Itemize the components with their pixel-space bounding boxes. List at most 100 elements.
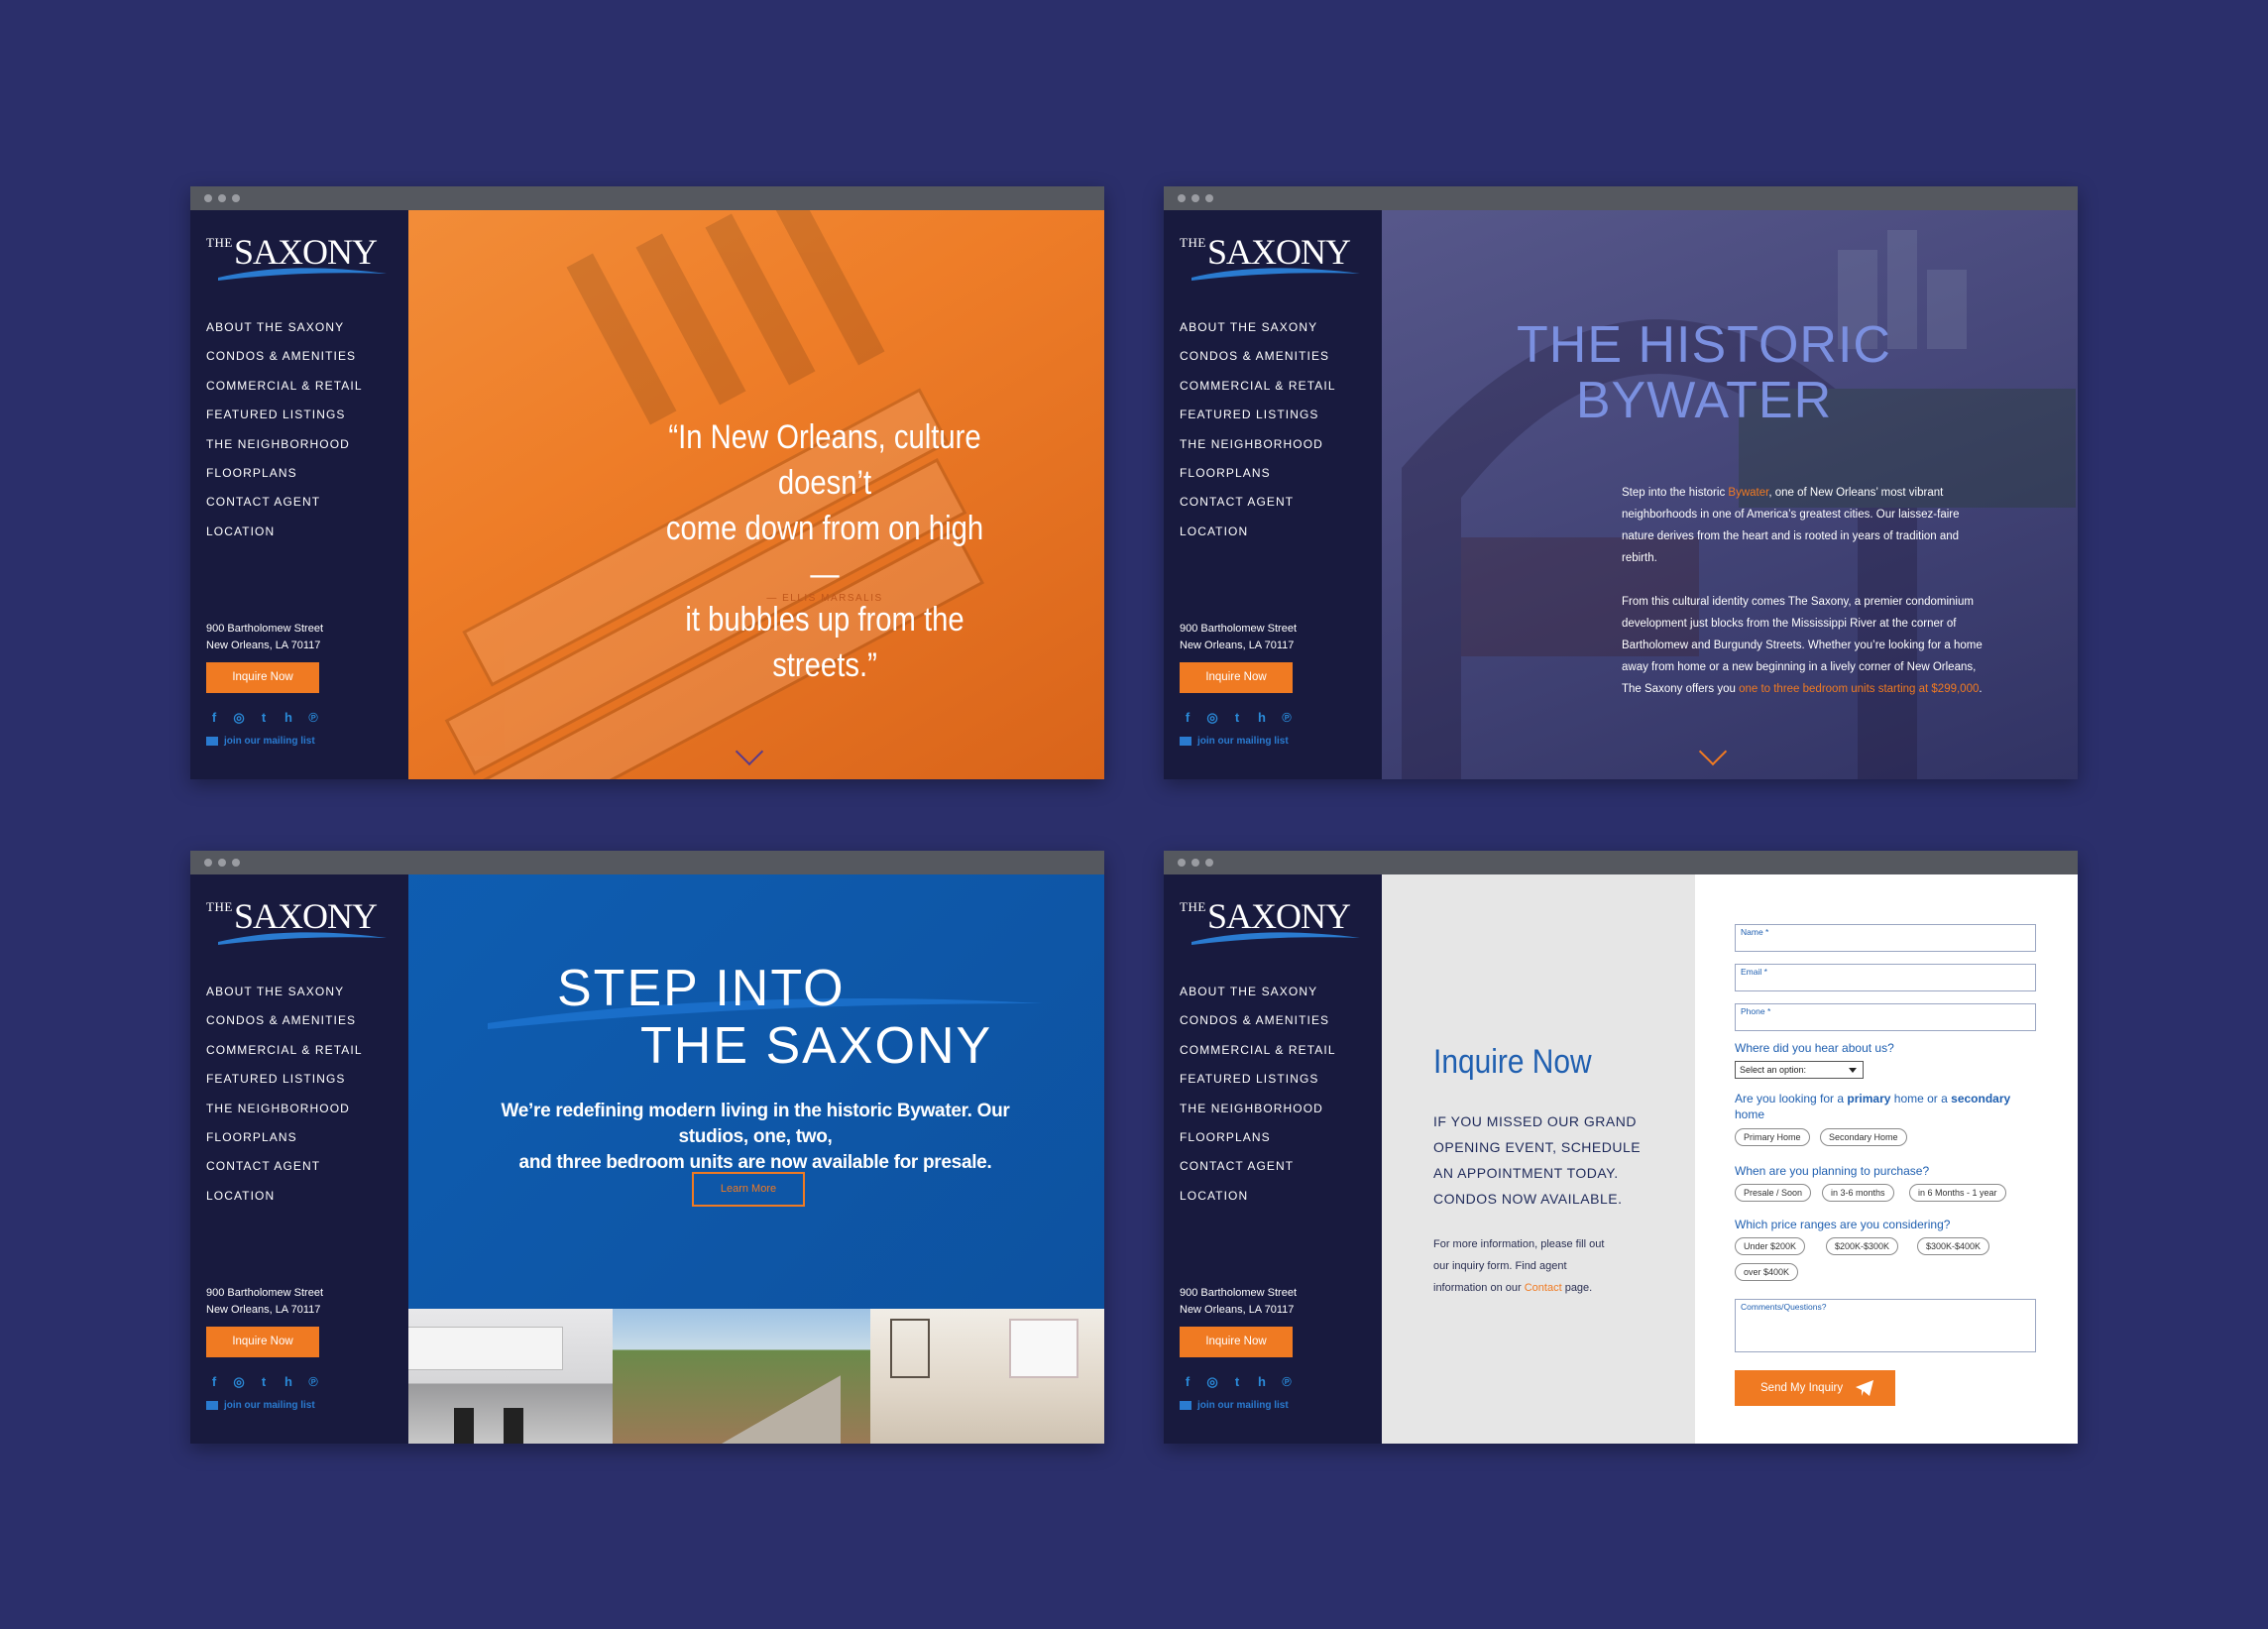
nav-item-commercial[interactable]: COMMERCIAL & RETAIL [206,378,363,407]
window-dot[interactable] [1205,859,1213,867]
learn-more-button[interactable]: Learn More [692,1172,805,1207]
pinterest-icon[interactable]: ℗ [1279,710,1295,726]
comments-label: Comments/Questions? [1741,1302,1827,1312]
nav-item-neighborhood[interactable]: THE NEIGHBORHOOD [1180,1101,1336,1129]
nav-item-condos[interactable]: CONDOS & AMENITIES [1180,1012,1336,1041]
option-3-6-months[interactable]: in 3-6 months [1822,1184,1894,1202]
instagram-icon[interactable]: ◎ [231,1374,247,1390]
saxony-logo[interactable]: THE SAXONY [206,232,387,288]
nav-item-contact[interactable]: CONTACT AGENT [206,494,363,523]
instagram-icon[interactable]: ◎ [231,710,247,726]
window-dot[interactable] [218,194,226,202]
inquire-now-button[interactable]: Inquire Now [1180,1327,1293,1357]
pinterest-icon[interactable]: ℗ [1279,1374,1295,1390]
hear-select[interactable]: Select an option: [1735,1061,1864,1079]
option-over-400k[interactable]: over $400K [1735,1263,1799,1281]
nav-item-commercial[interactable]: COMMERCIAL & RETAIL [206,1042,363,1071]
window-dot[interactable] [1205,194,1213,202]
nav-item-floorplans[interactable]: FLOORPLANS [206,465,363,494]
houzz-icon[interactable]: h [281,710,296,726]
nav-item-about[interactable]: ABOUT THE SAXONY [206,319,363,348]
twitter-icon[interactable]: t [1229,1374,1245,1390]
nav-item-neighborhood[interactable]: THE NEIGHBORHOOD [1180,436,1336,465]
nav-item-condos[interactable]: CONDOS & AMENITIES [206,348,363,377]
nav-item-floorplans[interactable]: FLOORPLANS [1180,1129,1336,1158]
nav-item-commercial[interactable]: COMMERCIAL & RETAIL [1180,1042,1336,1071]
instagram-icon[interactable]: ◎ [1204,1374,1220,1390]
inquire-now-button[interactable]: Inquire Now [206,662,319,693]
houzz-icon[interactable]: h [1254,1374,1270,1390]
option-presale[interactable]: Presale / Soon [1735,1184,1812,1202]
nav-item-floorplans[interactable]: FLOORPLANS [1180,465,1336,494]
nav-item-commercial[interactable]: COMMERCIAL & RETAIL [1180,378,1336,407]
window-dot[interactable] [232,859,240,867]
nav-item-condos[interactable]: CONDOS & AMENITIES [1180,348,1336,377]
twitter-icon[interactable]: t [256,1374,272,1390]
inquire-now-button[interactable]: Inquire Now [206,1327,319,1357]
nav-item-neighborhood[interactable]: THE NEIGHBORHOOD [206,436,363,465]
twitter-icon[interactable]: t [1229,710,1245,726]
saxony-logo[interactable]: THE SAXONY [1180,896,1360,952]
inquire-now-button[interactable]: Inquire Now [1180,662,1293,693]
sidebar-nav: ABOUT THE SAXONY CONDOS & AMENITIES COMM… [206,319,363,552]
nav-item-contact[interactable]: CONTACT AGENT [1180,1158,1336,1187]
facebook-icon[interactable]: f [206,710,222,726]
nav-item-about[interactable]: ABOUT THE SAXONY [1180,984,1336,1012]
option-300k-400k[interactable]: $300K-$400K [1917,1237,1990,1255]
twitter-icon[interactable]: t [256,710,272,726]
kitchen-photo [375,1309,613,1444]
option-200k-300k[interactable]: $200K-$300K [1826,1237,1899,1255]
nav-item-location[interactable]: LOCATION [1180,524,1336,552]
window-dot[interactable] [204,859,212,867]
nav-item-contact[interactable]: CONTACT AGENT [206,1158,363,1187]
nav-item-contact[interactable]: CONTACT AGENT [1180,494,1336,523]
nav-item-condos[interactable]: CONDOS & AMENITIES [206,1012,363,1041]
nav-item-floorplans[interactable]: FLOORPLANS [206,1129,363,1158]
email-field[interactable]: Email * [1735,964,2036,991]
nav-item-about[interactable]: ABOUT THE SAXONY [1180,319,1336,348]
pinterest-icon[interactable]: ℗ [305,710,321,726]
saxony-logo[interactable]: THE SAXONY [1180,232,1360,288]
window-dot[interactable] [232,194,240,202]
name-field[interactable]: Name * [1735,924,2036,952]
window-dot[interactable] [1191,859,1199,867]
saxony-logo[interactable]: THE SAXONY [206,896,387,952]
nav-item-listings[interactable]: FEATURED LISTINGS [1180,1071,1336,1100]
houzz-icon[interactable]: h [281,1374,296,1390]
mailing-list-link[interactable]: join our mailing list [1180,1400,1289,1411]
option-secondary-home[interactable]: Secondary Home [1820,1128,1907,1146]
nav-item-neighborhood[interactable]: THE NEIGHBORHOOD [206,1101,363,1129]
nav-item-location[interactable]: LOCATION [1180,1188,1336,1217]
send-inquiry-button[interactable]: Send My Inquiry [1735,1370,1895,1406]
window-dot[interactable] [1178,194,1186,202]
bywater-link[interactable]: Bywater [1728,487,1768,499]
option-under-200k[interactable]: Under $200K [1735,1237,1806,1255]
facebook-icon[interactable]: f [1180,1374,1195,1390]
mailing-list-link[interactable]: join our mailing list [206,736,315,747]
phone-field[interactable]: Phone * [1735,1003,2036,1031]
window-dot[interactable] [1191,194,1199,202]
mailing-list-link[interactable]: join our mailing list [1180,736,1289,747]
window-dot[interactable] [218,859,226,867]
nav-item-listings[interactable]: FEATURED LISTINGS [206,1071,363,1100]
houzz-icon[interactable]: h [1254,710,1270,726]
nav-item-listings[interactable]: FEATURED LISTINGS [206,407,363,435]
instagram-icon[interactable]: ◎ [1204,710,1220,726]
nav-item-location[interactable]: LOCATION [206,524,363,552]
window-dot[interactable] [1178,859,1186,867]
nav-item-listings[interactable]: FEATURED LISTINGS [1180,407,1336,435]
units-link[interactable]: one to three bedroom units starting at $… [1739,683,1979,695]
pinterest-icon[interactable]: ℗ [305,1374,321,1390]
option-6-months-1-year[interactable]: in 6 Months - 1 year [1909,1184,2006,1202]
contact-link[interactable]: Contact [1525,1282,1562,1294]
option-primary-home[interactable]: Primary Home [1735,1128,1810,1146]
facebook-icon[interactable]: f [206,1374,222,1390]
mailing-list-link[interactable]: join our mailing list [206,1400,315,1411]
facebook-icon[interactable]: f [1180,710,1195,726]
window-dot[interactable] [204,194,212,202]
nav-item-about[interactable]: ABOUT THE SAXONY [206,984,363,1012]
browser-window-bywater: THE HISTORIC BYWATER Step into the histor… [1164,186,2078,779]
envelope-icon [206,736,218,746]
nav-item-location[interactable]: LOCATION [206,1188,363,1217]
comments-field[interactable]: Comments/Questions? [1735,1299,2036,1352]
